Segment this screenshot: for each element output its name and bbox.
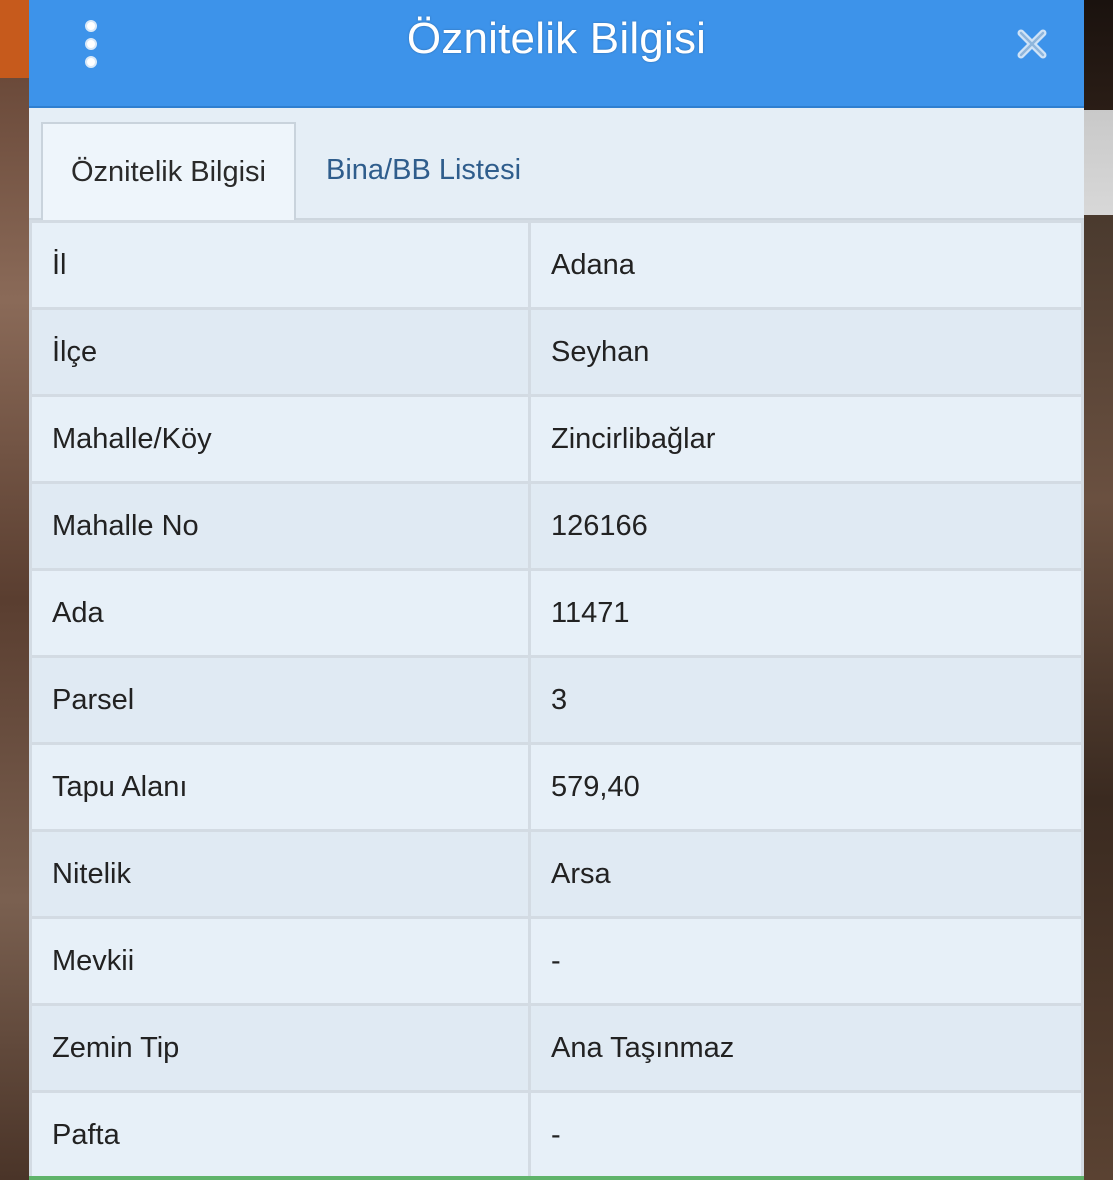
table-row: Mevkii - xyxy=(29,916,1084,1006)
attribute-value: Arsa xyxy=(528,829,1084,919)
popup-titlebar: Öznitelik Bilgisi xyxy=(29,0,1084,108)
table-row: Parsel 3 xyxy=(29,655,1084,745)
attribute-key: Pafta xyxy=(29,1090,531,1180)
attribute-table: İl Adana İlçe Seyhan Mahalle/Köy Zincirl… xyxy=(29,220,1084,1180)
close-icon[interactable] xyxy=(1014,26,1050,62)
attribute-value: Seyhan xyxy=(528,307,1084,397)
attribute-key: Nitelik xyxy=(29,829,531,919)
table-row: İlçe Seyhan xyxy=(29,307,1084,397)
attribute-key: Zemin Tip xyxy=(29,1003,531,1093)
table-row: Mahalle No 126166 xyxy=(29,481,1084,571)
attribute-value: - xyxy=(528,916,1084,1006)
attribute-value: 11471 xyxy=(528,568,1084,658)
map-background-left xyxy=(0,0,30,1180)
attribute-key: Parsel xyxy=(29,655,531,745)
attribute-value: - xyxy=(528,1090,1084,1180)
attribute-value: 126166 xyxy=(528,481,1084,571)
table-row: Ada 11471 xyxy=(29,568,1084,658)
attribute-key: İl xyxy=(29,220,531,310)
table-row: Pafta - xyxy=(29,1090,1084,1180)
popup-title: Öznitelik Bilgisi xyxy=(406,14,707,63)
attribute-key: Mahalle/Köy xyxy=(29,394,531,484)
tab-attribute-info[interactable]: Öznitelik Bilgisi xyxy=(41,122,296,220)
table-row: Tapu Alanı 579,40 xyxy=(29,742,1084,832)
table-row: İl Adana xyxy=(29,220,1084,310)
attribute-info-popup: Öznitelik Bilgisi Öznitelik Bilgisi Bina… xyxy=(29,0,1084,1180)
table-row: Nitelik Arsa xyxy=(29,829,1084,919)
attribute-value: Ana Taşınmaz xyxy=(528,1003,1084,1093)
map-background-right xyxy=(1084,0,1113,1180)
table-row: Mahalle/Köy Zincirlibağlar xyxy=(29,394,1084,484)
table-row: Zemin Tip Ana Taşınmaz xyxy=(29,1003,1084,1093)
attribute-key: Ada xyxy=(29,568,531,658)
attribute-key: Tapu Alanı xyxy=(29,742,531,832)
attribute-value: 3 xyxy=(528,655,1084,745)
attribute-key: Mevkii xyxy=(29,916,531,1006)
tab-building-list[interactable]: Bina/BB Listesi xyxy=(326,122,521,218)
attribute-key: Mahalle No xyxy=(29,481,531,571)
attribute-key: İlçe xyxy=(29,307,531,397)
tab-bar: Öznitelik Bilgisi Bina/BB Listesi xyxy=(29,108,1084,220)
bottom-accent-line xyxy=(29,1176,1084,1180)
attribute-value: 579,40 xyxy=(528,742,1084,832)
attribute-value: Zincirlibağlar xyxy=(528,394,1084,484)
attribute-value: Adana xyxy=(528,220,1084,310)
